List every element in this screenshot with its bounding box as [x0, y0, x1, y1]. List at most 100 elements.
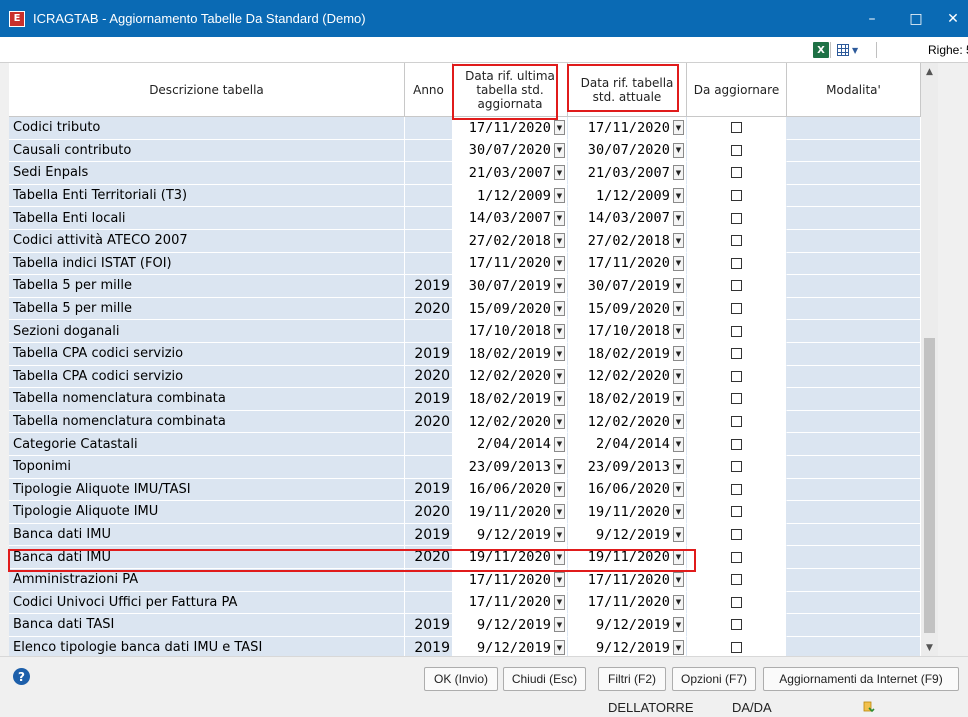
table-row[interactable]: Sedi Enpals 21/03/2007 ▼ 21/03/2007 ▼: [9, 162, 921, 185]
cell-modalita[interactable]: [787, 230, 921, 253]
cell-descrizione[interactable]: Tabella CPA codici servizio: [9, 365, 405, 389]
table-row[interactable]: Categorie Catastali 2/04/2014 ▼ 2/04/2014 ▼: [9, 433, 921, 456]
dropdown-arrow-icon[interactable]: ▼: [554, 436, 565, 452]
cell-modalita[interactable]: [787, 117, 921, 140]
update-checkbox[interactable]: [731, 212, 742, 224]
vertical-scrollbar[interactable]: ▲ ▼: [921, 63, 938, 656]
col-header-da-aggiornare[interactable]: Da aggiornare: [687, 63, 787, 117]
cell-data-attuale[interactable]: 27/02/2018 ▼: [568, 230, 687, 253]
cell-anno[interactable]: 2020: [405, 365, 453, 389]
cell-anno[interactable]: [405, 207, 453, 230]
col-header-anno[interactable]: Anno: [405, 63, 453, 117]
cell-anno[interactable]: 2019: [405, 614, 453, 637]
cell-anno[interactable]: [405, 591, 453, 615]
cell-modalita[interactable]: [787, 410, 921, 434]
cell-data-ultima[interactable]: 1/12/2009 ▼: [453, 184, 568, 208]
table-row[interactable]: Tabella nomenclatura combinata 2020 12/02/…: [9, 410, 921, 434]
scroll-up-icon[interactable]: ▲: [921, 63, 938, 80]
cell-descrizione[interactable]: Tipologie Aliquote IMU: [9, 501, 405, 524]
dropdown-arrow-icon[interactable]: ▼: [673, 120, 684, 136]
filtri-button[interactable]: Filtri (F2): [598, 667, 666, 691]
dropdown-arrow-icon[interactable]: ▼: [554, 617, 565, 633]
cell-modalita[interactable]: [787, 388, 921, 411]
cell-descrizione[interactable]: Tabella Enti Territoriali (T3): [9, 184, 405, 208]
table-row[interactable]: Codici Univoci Uffici per Fattura PA 17/1…: [9, 591, 921, 615]
cell-anno[interactable]: 2019: [405, 523, 453, 547]
cell-modalita[interactable]: [787, 275, 921, 298]
update-checkbox[interactable]: [731, 257, 742, 269]
dropdown-arrow-icon[interactable]: ▼: [673, 481, 684, 497]
col-header-descrizione[interactable]: Descrizione tabella: [9, 63, 405, 117]
cell-data-attuale[interactable]: 18/02/2019 ▼: [568, 388, 687, 411]
cell-data-ultima[interactable]: 12/02/2020 ▼: [453, 410, 568, 434]
update-checkbox[interactable]: [731, 370, 742, 382]
cell-descrizione[interactable]: Codici Univoci Uffici per Fattura PA: [9, 591, 405, 615]
cell-descrizione[interactable]: Tabella nomenclatura combinata: [9, 410, 405, 434]
cell-data-attuale[interactable]: 12/02/2020 ▼: [568, 410, 687, 434]
cell-data-attuale[interactable]: 1/12/2009 ▼: [568, 184, 687, 208]
table-row[interactable]: Sezioni doganali 17/10/2018 ▼ 17/10/2018 ▼: [9, 320, 921, 343]
cell-anno[interactable]: [405, 230, 453, 253]
dropdown-arrow-icon[interactable]: ▼: [673, 368, 684, 384]
excel-icon[interactable]: X: [813, 42, 829, 58]
table-row[interactable]: Tabella indici ISTAT (FOI) 17/11/2020 ▼ 17/…: [9, 252, 921, 276]
table-row[interactable]: Tipologie Aliquote IMU/TASI 2019 16/06/202…: [9, 478, 921, 502]
cell-anno[interactable]: [405, 433, 453, 456]
cell-data-attuale[interactable]: 19/11/2020 ▼: [568, 546, 687, 569]
cell-data-ultima[interactable]: 18/02/2019 ▼: [453, 343, 568, 366]
cell-modalita[interactable]: [787, 252, 921, 276]
cell-data-ultima[interactable]: 27/02/2018 ▼: [453, 230, 568, 253]
dropdown-arrow-icon[interactable]: ▼: [673, 594, 684, 610]
cell-data-ultima[interactable]: 23/09/2013 ▼: [453, 456, 568, 479]
dropdown-arrow-icon[interactable]: ▼: [554, 233, 565, 249]
table-row[interactable]: Tipologie Aliquote IMU 2020 19/11/2020 ▼ 19/…: [9, 501, 921, 524]
table-row[interactable]: Tabella Enti locali 14/03/2007 ▼ 14/03/2007…: [9, 207, 921, 230]
cell-data-ultima[interactable]: 9/12/2019 ▼: [453, 614, 568, 637]
update-checkbox[interactable]: [731, 438, 742, 450]
dropdown-arrow-icon[interactable]: ▼: [554, 594, 565, 610]
dropdown-arrow-icon[interactable]: ▼: [673, 142, 684, 158]
dropdown-arrow-icon[interactable]: ▼: [554, 301, 565, 317]
cell-data-attuale[interactable]: 17/11/2020 ▼: [568, 117, 687, 140]
cell-descrizione[interactable]: Amministrazioni PA: [9, 569, 405, 592]
cell-data-attuale[interactable]: 16/06/2020 ▼: [568, 478, 687, 502]
cell-descrizione[interactable]: Sedi Enpals: [9, 162, 405, 185]
cell-descrizione[interactable]: Codici attività ATECO 2007: [9, 230, 405, 253]
cell-data-ultima[interactable]: 19/11/2020 ▼: [453, 501, 568, 524]
dropdown-arrow-icon[interactable]: ▼: [554, 572, 565, 588]
cell-descrizione[interactable]: Tabella CPA codici servizio: [9, 343, 405, 366]
cell-data-ultima[interactable]: 17/11/2020 ▼: [453, 252, 568, 276]
cell-modalita[interactable]: [787, 297, 921, 321]
dropdown-arrow-icon[interactable]: ▼: [673, 617, 684, 633]
update-checkbox[interactable]: [731, 551, 742, 563]
dropdown-arrow-icon[interactable]: ▼: [673, 527, 684, 543]
dropdown-arrow-icon[interactable]: ▼: [673, 414, 684, 430]
cell-data-ultima[interactable]: 21/03/2007 ▼: [453, 162, 568, 185]
dropdown-arrow-icon[interactable]: ▼: [554, 391, 565, 407]
update-checkbox[interactable]: [731, 416, 742, 428]
cell-modalita[interactable]: [787, 207, 921, 230]
grid-menu-icon[interactable]: ▼: [837, 41, 869, 59]
table-row[interactable]: Tabella CPA codici servizio 2019 18/02/201…: [9, 343, 921, 366]
table-row[interactable]: Banca dati IMU 2020 19/11/2020 ▼ 19/11/2020 ▼: [9, 546, 921, 569]
cell-data-attuale[interactable]: 9/12/2019 ▼: [568, 523, 687, 547]
update-checkbox[interactable]: [731, 506, 742, 518]
cell-data-ultima[interactable]: 12/02/2020 ▼: [453, 365, 568, 389]
cell-descrizione[interactable]: Banca dati IMU: [9, 523, 405, 547]
dropdown-arrow-icon[interactable]: ▼: [673, 301, 684, 317]
cell-anno[interactable]: [405, 320, 453, 343]
dropdown-arrow-icon[interactable]: ▼: [554, 255, 565, 271]
cell-modalita[interactable]: [787, 478, 921, 502]
dropdown-arrow-icon[interactable]: ▼: [554, 414, 565, 430]
cell-data-ultima[interactable]: 17/11/2020 ▼: [453, 591, 568, 615]
close-button[interactable]: ✕: [938, 0, 968, 37]
cell-modalita[interactable]: [787, 320, 921, 343]
cell-data-attuale[interactable]: 19/11/2020 ▼: [568, 501, 687, 524]
aggiornamenti-internet-button[interactable]: Aggiornamenti da Internet (F9): [763, 667, 959, 691]
cell-data-attuale[interactable]: 17/10/2018 ▼: [568, 320, 687, 343]
dropdown-arrow-icon[interactable]: ▼: [673, 323, 684, 339]
cell-data-ultima[interactable]: 14/03/2007 ▼: [453, 207, 568, 230]
ok-button[interactable]: OK (Invio): [424, 667, 498, 691]
scroll-thumb[interactable]: [924, 338, 935, 633]
dropdown-arrow-icon[interactable]: ▼: [673, 188, 684, 204]
